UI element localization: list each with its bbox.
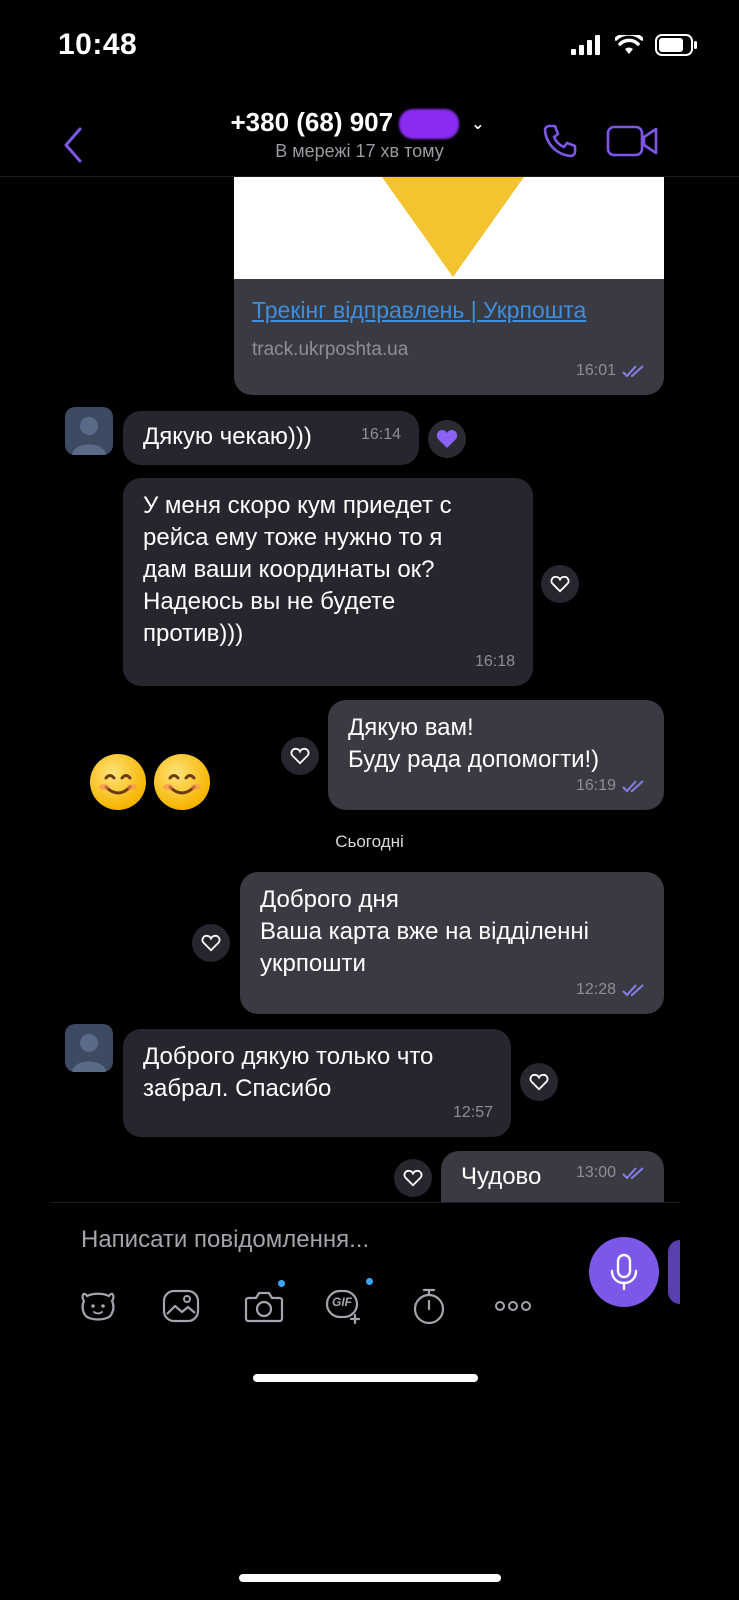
double-check-icon [622, 780, 644, 793]
chat-header: +380 (68) 907 ⌄ В мережі 17 хв тому [0, 95, 739, 177]
message-meta: 12:57 [453, 1097, 493, 1129]
message-bubble[interactable]: Чудово 13:00 [441, 1151, 664, 1202]
contact-title[interactable]: +380 (68) 907 ⌄ [230, 107, 485, 140]
smile-emoji-icon [154, 754, 210, 810]
avatar[interactable] [65, 1024, 113, 1072]
gif-button[interactable]: GIF [324, 1278, 373, 1328]
message-time: 12:28 [575, 981, 616, 998]
heart-outline-icon [529, 1073, 549, 1091]
timer-icon [413, 1288, 445, 1325]
sticker-icon [81, 1292, 115, 1321]
timer-button[interactable] [407, 1284, 451, 1328]
more-options-button[interactable] [491, 1284, 535, 1328]
gallery-button[interactable] [159, 1284, 203, 1328]
message-text: Чудово [461, 1163, 542, 1190]
message-meta: 16:14 [361, 419, 401, 451]
message-time: 16:14 [360, 426, 401, 443]
status-time: 10:48 [58, 28, 138, 61]
message-text: Доброго дня Ваша карта вже на відділенні… [260, 886, 589, 977]
camera-button[interactable] [242, 1280, 286, 1328]
message-time: 13:00 [575, 1164, 616, 1181]
heart-outline-icon [550, 575, 570, 593]
reaction-heart-button[interactable] [192, 924, 230, 962]
phone-call-icon[interactable] [540, 121, 580, 161]
reaction-heart-button[interactable] [394, 1159, 432, 1197]
home-indicator [239, 1574, 501, 1582]
heart-outline-icon [403, 1169, 423, 1187]
reaction-heart-button[interactable] [541, 565, 579, 603]
status-bar: 10:48 [0, 0, 739, 95]
message-bubble[interactable]: Дякую вам! Буду рада допомогти!) 16:19 [328, 700, 664, 810]
message-meta: 16:18 [475, 646, 515, 678]
message-time: 16:01 [575, 362, 616, 379]
heart-outline-icon [290, 747, 310, 765]
composer-toolbar: GIF [0, 1278, 739, 1328]
message-meta: 12:28 [576, 974, 646, 1006]
new-indicator-dot [366, 1278, 373, 1285]
video-call-icon[interactable] [606, 123, 660, 159]
battery-icon [655, 34, 697, 56]
wifi-icon [615, 35, 643, 54]
gallery-icon [162, 1289, 200, 1323]
message-meta: 16:01 [576, 355, 646, 387]
heart-outline-icon [201, 934, 221, 952]
chevron-down-icon: ⌄ [471, 116, 485, 134]
link-title[interactable]: Трекінг відправлень | Укрпошта [252, 297, 586, 324]
message-meta: 13:00 [576, 1157, 646, 1189]
message-time: 12:57 [452, 1104, 493, 1121]
message-bubble[interactable]: Дякую чекаю))) 16:14 [123, 411, 419, 465]
message-text: У меня скоро кум приедет с рейса ему тож… [143, 492, 452, 647]
composer-divider [50, 1202, 680, 1203]
message-input[interactable]: Написати повідомлення... [81, 1226, 369, 1254]
camera-icon [244, 1291, 284, 1323]
link-preview-image [234, 177, 664, 279]
signal-icon [571, 35, 600, 55]
sticker-button[interactable] [76, 1284, 120, 1328]
link-meta-holder: 16:01 [576, 362, 664, 395]
message-text: Доброго дякую только что забрал. Спасибо [143, 1043, 434, 1102]
message-bubble[interactable]: У меня скоро кум приедет с рейса ему тож… [123, 478, 533, 686]
redaction-mark [399, 109, 460, 140]
double-check-icon [622, 365, 644, 378]
link-preview-card[interactable]: Трекінг відправлень | Укрпошта track.ukr… [234, 177, 664, 395]
message-text: Дякую чекаю))) [143, 423, 312, 450]
gif-label: GIF [332, 1295, 352, 1309]
smile-emoji-icon [90, 754, 146, 810]
reaction-heart-button[interactable] [520, 1063, 558, 1101]
home-indicator [253, 1374, 478, 1382]
message-time: 16:18 [474, 653, 515, 670]
message-bubble[interactable]: Доброго дня Ваша карта вже на відділенні… [240, 872, 664, 1014]
double-check-icon [622, 1167, 644, 1180]
message-text: Дякую вам! Буду рада допомогти!) [348, 714, 600, 773]
message-bubble[interactable]: Доброго дякую только что забрал. Спасибо… [123, 1029, 511, 1137]
message-time: 16:19 [575, 777, 616, 794]
new-indicator-dot [278, 1280, 285, 1287]
avatar[interactable] [65, 407, 113, 455]
link-domain: track.ukrposhta.ua [252, 339, 409, 360]
more-icon [495, 1301, 531, 1311]
reaction-heart-button[interactable] [428, 420, 466, 458]
message-meta: 16:19 [576, 770, 646, 802]
status-icons [571, 34, 699, 56]
reaction-heart-button[interactable] [281, 737, 319, 775]
double-check-icon [622, 984, 644, 997]
heart-filled-icon [436, 430, 458, 448]
contact-number: +380 (68) 907 [230, 107, 394, 137]
day-separator: Сьогодні [335, 832, 404, 851]
